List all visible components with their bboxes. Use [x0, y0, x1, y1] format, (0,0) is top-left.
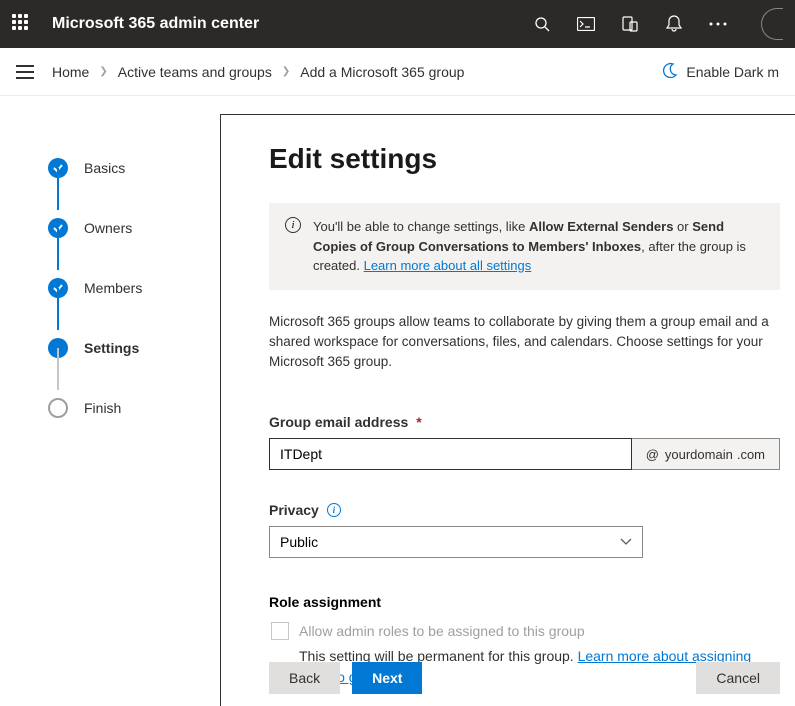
step-owners[interactable]: Owners: [48, 198, 220, 258]
info-icon[interactable]: i: [327, 503, 341, 517]
check-icon: [48, 218, 68, 238]
chevron-down-icon: [620, 535, 632, 549]
dark-mode-toggle[interactable]: Enable Dark m: [662, 62, 779, 81]
step-members[interactable]: Members: [48, 258, 220, 318]
learn-more-settings-link[interactable]: Learn more about all settings: [364, 258, 532, 273]
cancel-button[interactable]: Cancel: [696, 662, 780, 694]
next-button[interactable]: Next: [352, 662, 422, 694]
email-domain-selector[interactable]: @ yourdomain .com: [632, 438, 780, 470]
allow-admin-roles-checkbox[interactable]: [271, 622, 289, 640]
breadcrumb: Home ❯ Active teams and groups ❯ Add a M…: [52, 64, 464, 80]
email-label: Group email address *: [269, 414, 780, 430]
breadcrumb-add-group[interactable]: Add a Microsoft 365 group: [300, 64, 464, 80]
step-basics[interactable]: Basics: [48, 138, 220, 198]
breadcrumb-home[interactable]: Home: [52, 64, 89, 80]
menu-icon[interactable]: [16, 65, 34, 79]
dark-mode-label: Enable Dark m: [686, 64, 779, 80]
allow-admin-roles-label: Allow admin roles to be assigned to this…: [299, 623, 585, 639]
privacy-value: Public: [280, 534, 318, 550]
devices-icon[interactable]: [621, 15, 639, 33]
wizard-steps: Basics Owners Members Settings Finish: [0, 96, 220, 706]
shell-icon[interactable]: [577, 15, 595, 33]
check-icon: [48, 158, 68, 178]
footer-buttons: Back Next Cancel: [269, 662, 780, 694]
breadcrumb-row: Home ❯ Active teams and groups ❯ Add a M…: [0, 48, 795, 96]
check-icon: [48, 278, 68, 298]
step-label: Basics: [84, 160, 125, 176]
app-launcher-icon[interactable]: [12, 14, 32, 34]
step-label: Finish: [84, 400, 121, 416]
required-indicator: *: [416, 414, 421, 430]
back-button[interactable]: Back: [269, 662, 340, 694]
chevron-right-icon: ❯: [99, 66, 107, 77]
privacy-label: Privacy i: [269, 502, 780, 518]
content-panel: Edit settings i You'll be able to change…: [220, 114, 795, 706]
moon-icon: [662, 62, 678, 81]
step-settings[interactable]: Settings: [48, 318, 220, 378]
top-bar: Microsoft 365 admin center: [0, 0, 795, 48]
main-area: Basics Owners Members Settings Finish Ed…: [0, 96, 795, 706]
app-title: Microsoft 365 admin center: [52, 15, 259, 33]
search-icon[interactable]: [533, 15, 551, 33]
more-icon[interactable]: [709, 15, 727, 33]
step-label: Owners: [84, 220, 132, 236]
privacy-select[interactable]: Public: [269, 526, 643, 558]
role-checkbox-row: Allow admin roles to be assigned to this…: [271, 622, 780, 640]
pending-step-icon: [48, 398, 68, 418]
info-text: You'll be able to change settings, like …: [313, 217, 764, 276]
notifications-icon[interactable]: [665, 15, 683, 33]
info-banner: i You'll be able to change settings, lik…: [269, 203, 780, 290]
group-email-input[interactable]: [269, 438, 632, 470]
role-assignment-header: Role assignment: [269, 594, 780, 610]
avatar[interactable]: [761, 8, 783, 40]
step-label: Settings: [84, 340, 139, 356]
current-step-icon: [48, 338, 68, 358]
page-description: Microsoft 365 groups allow teams to coll…: [269, 312, 780, 373]
breadcrumb-teams[interactable]: Active teams and groups: [118, 64, 272, 80]
top-icons: [533, 8, 783, 40]
chevron-right-icon: ❯: [282, 66, 290, 77]
step-label: Members: [84, 280, 142, 296]
page-title: Edit settings: [269, 143, 780, 175]
step-finish[interactable]: Finish: [48, 378, 220, 438]
email-input-row: @ yourdomain .com: [269, 438, 780, 470]
info-icon: i: [285, 217, 301, 233]
